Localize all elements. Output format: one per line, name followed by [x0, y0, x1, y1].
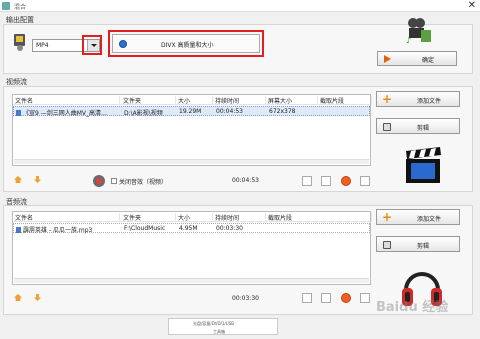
file-screen-size: 672x378 [269, 108, 296, 115]
audio-add-file-button[interactable]: + 添加文件 [376, 209, 460, 225]
audio-edit-button[interactable]: 剪辑 [376, 236, 460, 252]
horizontal-scrollbar[interactable] [14, 159, 369, 164]
file-folder: D:\A影视\视频 [124, 110, 163, 117]
quality-highlight [108, 30, 264, 57]
watermark: Baidu 经验 [376, 300, 449, 315]
remove-icon[interactable] [321, 176, 331, 186]
window-title: 混合 [14, 4, 27, 11]
stop-icon[interactable] [341, 293, 351, 303]
file-name: 《宣9 —剑三网人曲MV_高清… [23, 110, 108, 117]
column-header[interactable]: 持续时间 [213, 96, 266, 105]
video-edit-button[interactable]: 剪辑 [376, 118, 460, 134]
svg-text:♪: ♪ [406, 36, 411, 44]
column-header[interactable]: 截取片段 [266, 213, 372, 222]
plus-icon: + [382, 92, 393, 106]
file-size: 4.95M [179, 225, 198, 232]
arrow-right-icon [384, 55, 391, 63]
remove-icon[interactable] [321, 293, 331, 303]
scissors-icon [383, 123, 391, 131]
file-size: 19.29M [179, 108, 202, 115]
column-header[interactable]: 持续时间 [213, 213, 266, 222]
mute-checkbox[interactable] [111, 178, 117, 184]
status-line-2: 工具箱 [213, 329, 225, 334]
file-duration: 00:04:53 [216, 108, 243, 115]
table-row[interactable]: 霹雳英雄 - 瓜瓜一族.mp3 F:\CloudMusic 4.95M 00:0… [13, 223, 370, 234]
confirm-label: 确定 [422, 57, 435, 64]
column-header[interactable]: 截取片段 [318, 96, 372, 105]
stop-icon[interactable] [341, 176, 351, 186]
column-header[interactable]: 文件名 [13, 96, 120, 105]
table-row[interactable]: 《宣9 —剑三网人曲MV_高清… D:\A影视\视频 19.29M 00:04:… [13, 106, 370, 117]
audio-file-icon [16, 227, 21, 233]
video-table-header: 文件名 文件夹 大小 持续时间 屏幕大小 截取片段 [13, 95, 372, 105]
title-bar: 混合 ✕ [0, 0, 480, 12]
edit-label: 剪辑 [417, 125, 430, 132]
format-icon [14, 34, 25, 51]
close-icon[interactable]: ✕ [468, 0, 476, 11]
file-folder: F:\CloudMusic [124, 225, 166, 232]
audio-file-table[interactable]: 文件名 文件夹 大小 持续时间 截取片段 霹雳英雄 - 瓜瓜一族.mp3 F:\… [12, 211, 372, 285]
delete-icon[interactable] [302, 293, 312, 303]
video-file-icon [16, 110, 21, 116]
video-total-time: 00:04:53 [232, 177, 259, 184]
status-line-1: 光盘/容量/DVD/1/USB [193, 321, 234, 326]
list-icon[interactable] [360, 293, 370, 303]
column-header[interactable]: 文件夹 [121, 96, 176, 105]
mute-label: 关闭音效（视频） [119, 179, 168, 186]
plus-icon: + [382, 210, 393, 224]
file-duration: 00:03:30 [216, 225, 243, 232]
video-add-file-button[interactable]: + 添加文件 [376, 91, 460, 107]
column-header[interactable]: 大小 [176, 213, 213, 222]
delete-icon[interactable] [302, 176, 312, 186]
audio-total-time: 00:03:30 [232, 295, 259, 302]
dropdown-highlight [82, 35, 102, 55]
clapperboard-icon [406, 147, 441, 183]
format-select-value: MP4 [36, 42, 49, 49]
scissors-icon [383, 241, 391, 249]
file-name: 霹雳英雄 - 瓜瓜一族.mp3 [23, 227, 93, 234]
column-header[interactable]: 屏幕大小 [266, 96, 318, 105]
column-header[interactable]: 文件名 [13, 213, 120, 222]
column-header[interactable]: 大小 [176, 96, 213, 105]
mute-icon [93, 175, 105, 187]
add-file-label: 添加文件 [417, 216, 442, 223]
horizontal-scrollbar[interactable] [14, 278, 369, 283]
edit-label: 剪辑 [417, 243, 430, 250]
add-file-label: 添加文件 [417, 98, 442, 105]
column-header[interactable]: 文件夹 [121, 213, 176, 222]
confirm-button[interactable]: 确定 [377, 51, 457, 66]
app-icon [2, 2, 10, 10]
audio-table-header: 文件名 文件夹 大小 持续时间 截取片段 [13, 212, 372, 222]
status-strip: 光盘/容量/DVD/1/USB 工具箱 [168, 318, 278, 335]
video-file-table[interactable]: 文件名 文件夹 大小 持续时间 屏幕大小 截取片段 《宣9 —剑三网人曲MV_高… [12, 94, 372, 166]
video-music-icon: ♪ [406, 18, 431, 44]
list-icon[interactable] [360, 176, 370, 186]
